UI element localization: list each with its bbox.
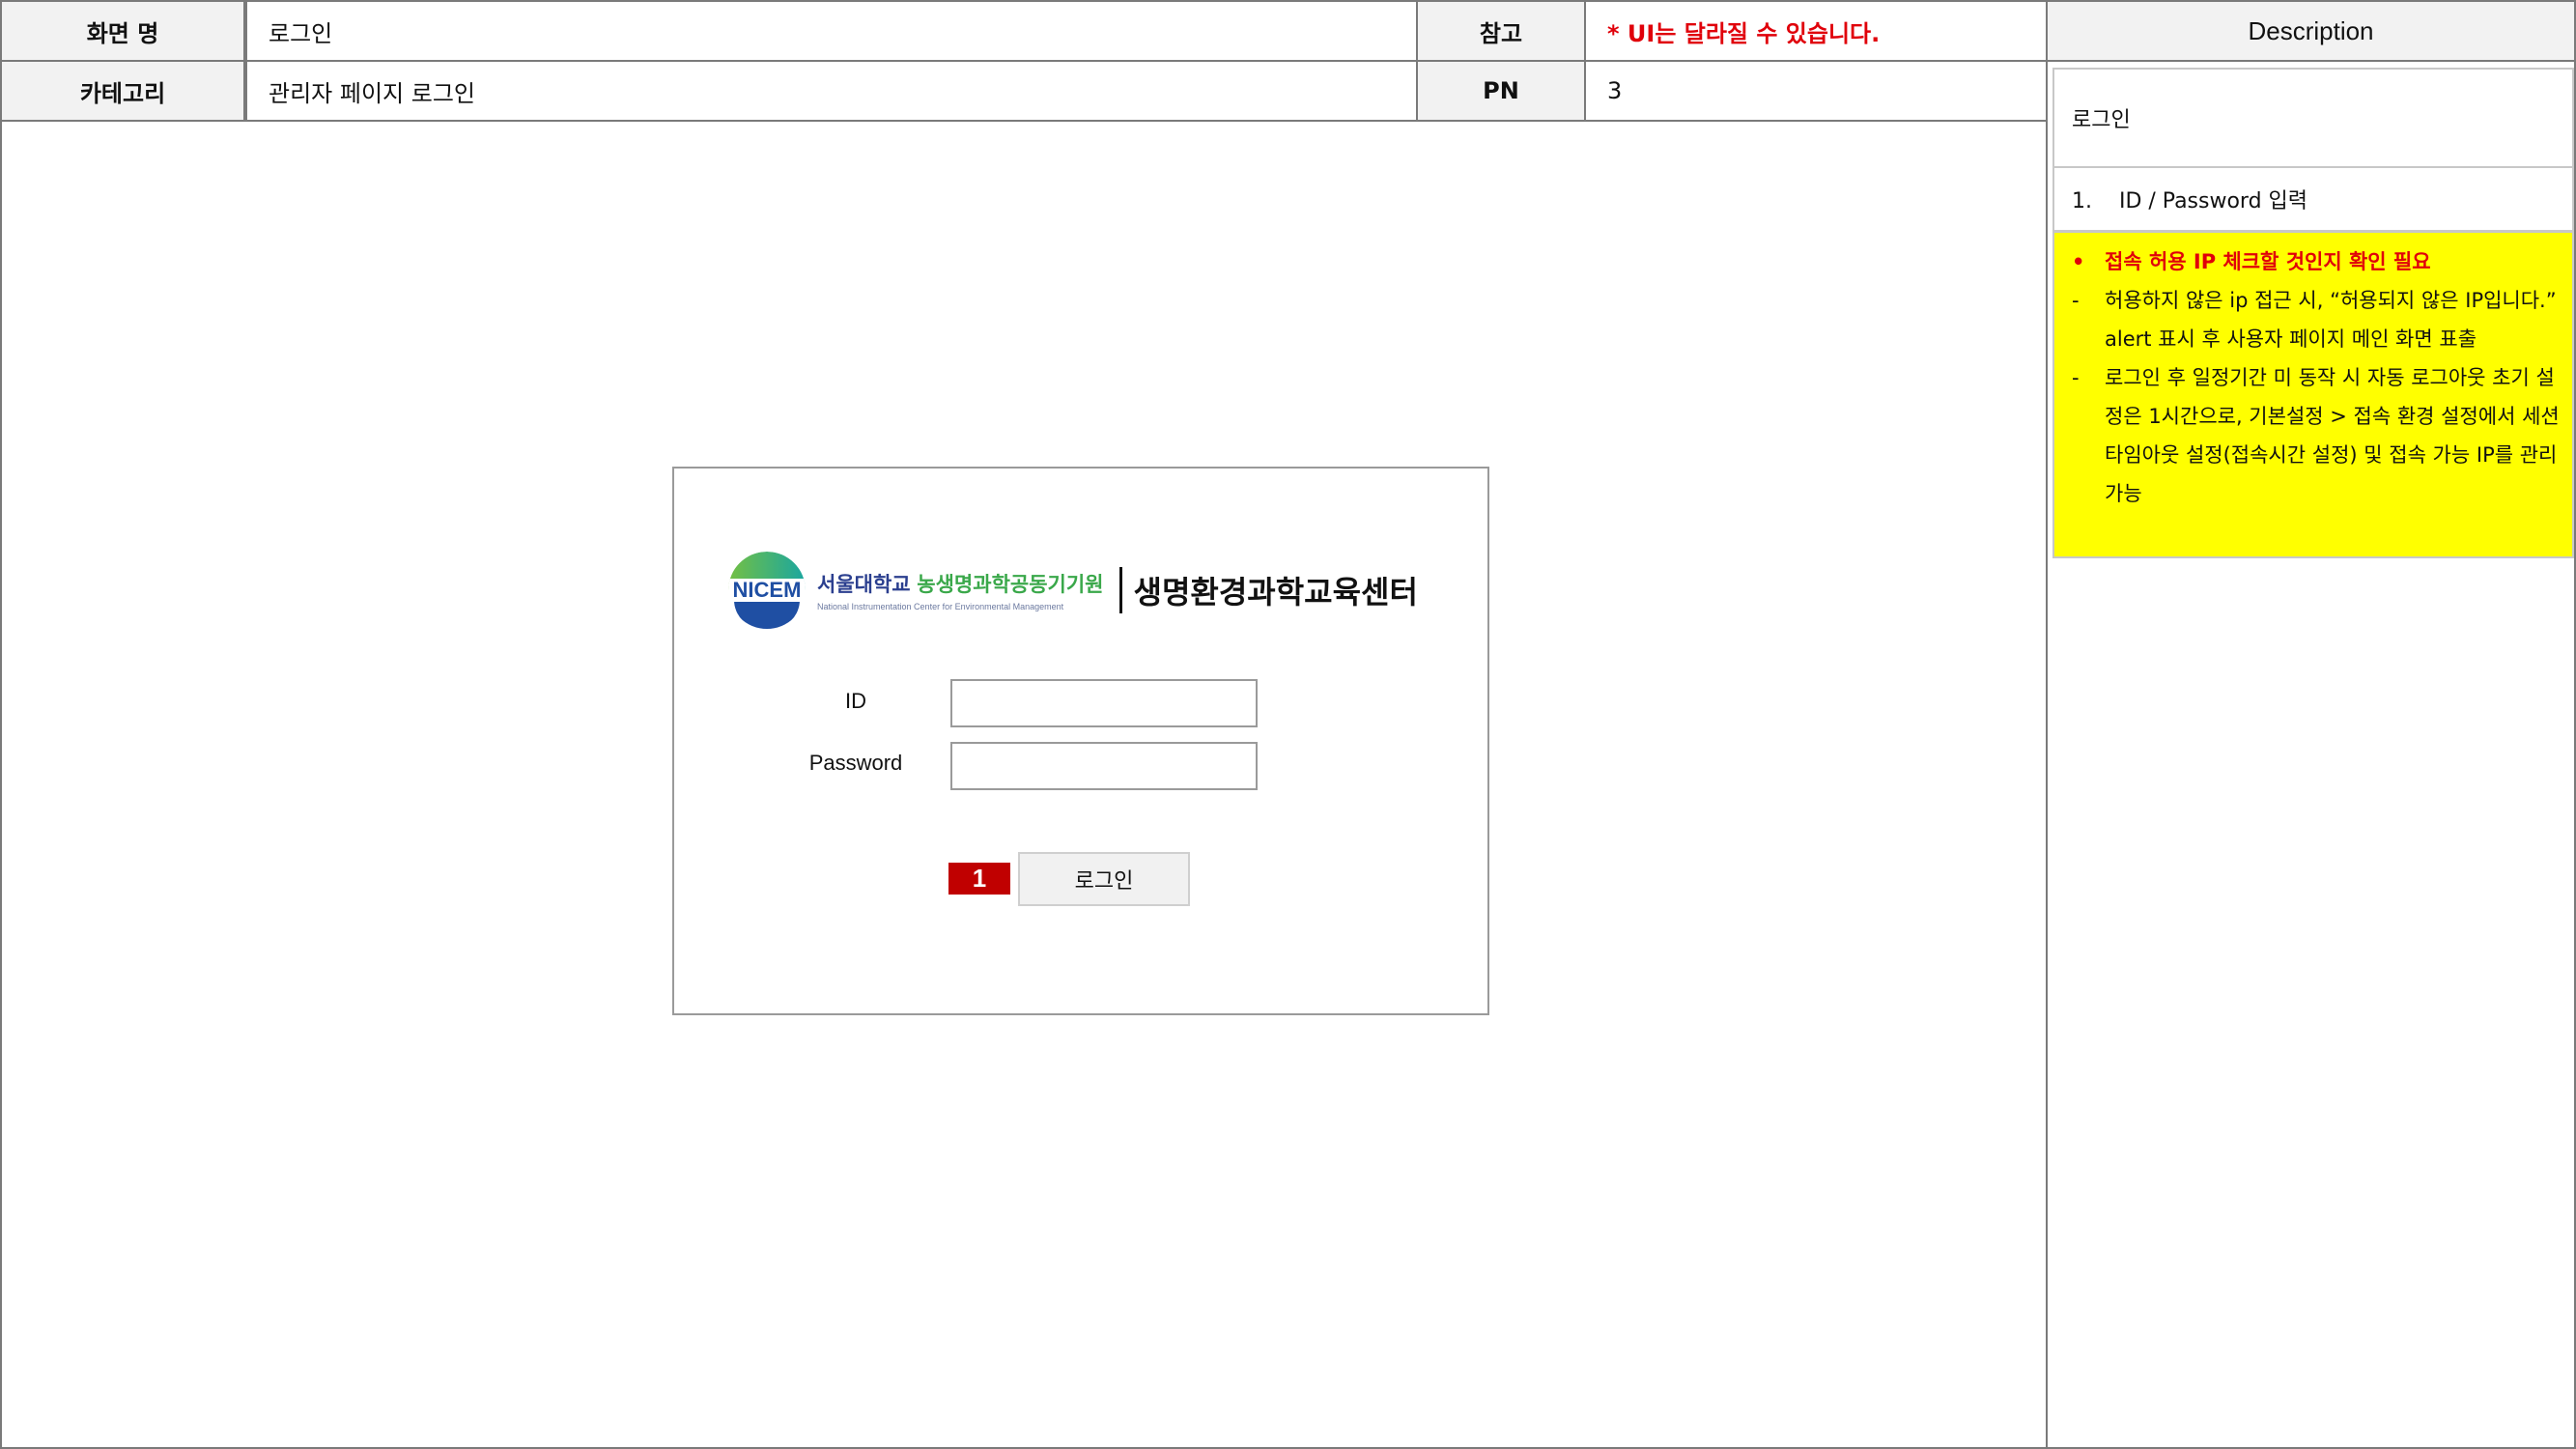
pn-value: 3 — [1584, 60, 2048, 122]
nicem-logo-icon: NICEM — [728, 552, 806, 629]
id-label: ID — [845, 689, 866, 713]
screen-name-value: 로그인 — [245, 0, 1418, 62]
category-label: 카테고리 — [0, 60, 245, 122]
password-label: Password — [808, 751, 903, 775]
logo-divider — [1118, 567, 1122, 613]
note-text: 로그인 후 일정기간 미 동작 시 자동 로그아웃 초기 설정은 1시간으로, … — [2105, 366, 2560, 505]
logo-english-name: National Instrumentation Center for Envi… — [817, 602, 1064, 611]
note-item: - 로그인 후 일정기간 미 동작 시 자동 로그아웃 초기 설정은 1시간으로… — [2066, 358, 2561, 513]
logo-mark-text: NICEM — [728, 579, 806, 602]
logo-university: 서울대학교 — [817, 573, 911, 596]
note-text: 허용하지 않은 ip 접근 시, “허용되지 않은 IP입니다.” alert … — [2105, 289, 2557, 351]
organization-logo: NICEM 서울대학교 농생명과학공동기기원 National Instrume… — [728, 552, 1418, 629]
description-summary: 로그인 — [2052, 68, 2574, 168]
screen-name-label: 화면 명 — [0, 0, 245, 62]
note-text: 접속 허용 IP 체크할 것인지 확인 필요 — [2105, 250, 2431, 273]
reference-note: * UI는 달라질 수 있습니다. — [1584, 0, 2048, 62]
note-bullet: - — [2072, 366, 2080, 389]
annotation-marker: 1 — [948, 863, 1010, 895]
logo-wordmark: 서울대학교 농생명과학공동기기원 National Instrumentatio… — [817, 569, 1104, 611]
reference-label: 참고 — [1416, 0, 1586, 62]
note-item: - 허용하지 않은 ip 접근 시, “허용되지 않은 IP입니다.” aler… — [2066, 281, 2561, 358]
password-input[interactable] — [950, 742, 1258, 790]
login-panel: NICEM 서울대학교 농생명과학공동기기원 National Instrume… — [672, 467, 1489, 1015]
description-step-1: 1. ID / Password 입력 — [2052, 166, 2574, 232]
note-bullet: • — [2072, 250, 2085, 273]
note-bullet: - — [2072, 289, 2080, 312]
login-button[interactable]: 로그인 — [1018, 852, 1190, 906]
description-notes: • 접속 허용 IP 체크할 것인지 확인 필요 - 허용하지 않은 ip 접근… — [2052, 231, 2574, 558]
description-title: Description — [2046, 0, 2576, 62]
logo-institute: 농생명과학공동기기원 — [917, 573, 1104, 596]
id-input[interactable] — [950, 679, 1258, 727]
logo-center-name: 생명환경과학교육센터 — [1133, 574, 1418, 611]
category-value: 관리자 페이지 로그인 — [245, 60, 1418, 122]
pn-label: PN — [1416, 60, 1586, 122]
note-item: • 접속 허용 IP 체크할 것인지 확인 필요 — [2066, 242, 2561, 281]
